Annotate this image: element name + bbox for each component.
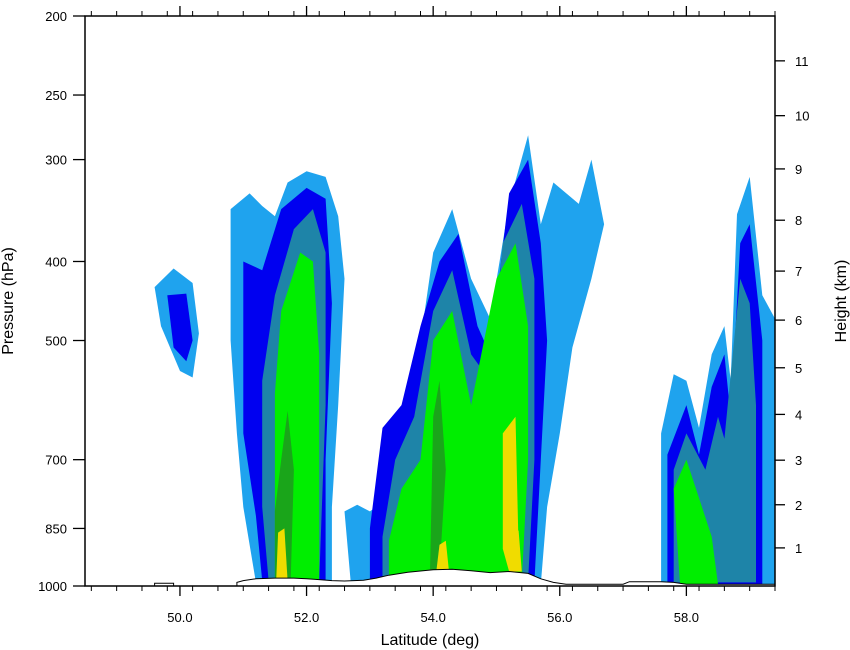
cross-section-chart: 50.0 52.0 54.0 56.0 58.020025030040050070085…	[0, 0, 850, 650]
pressure-tick-label: 1000	[38, 579, 67, 594]
height-tick-label: 8	[795, 213, 802, 228]
y-axis-title-height: Height (km)	[833, 260, 850, 343]
x-tick-label: 54.0	[421, 610, 446, 625]
pressure-tick-label: 300	[45, 153, 67, 168]
x-tick-label: 56.0	[547, 610, 572, 625]
pressure-tick-label: 700	[45, 453, 67, 468]
height-tick-label: 10	[795, 109, 809, 124]
y-axis-title-pressure: Pressure (hPa)	[0, 247, 17, 355]
height-tick-label: 1	[795, 541, 802, 556]
height-tick-label: 7	[795, 264, 802, 279]
x-tick-label: 58.0	[674, 610, 699, 625]
height-tick-label: 6	[795, 313, 802, 328]
pressure-tick-label: 250	[45, 88, 67, 103]
height-tick-label: 3	[795, 453, 802, 468]
height-tick-label: 5	[795, 361, 802, 376]
pressure-tick-label: 500	[45, 334, 67, 349]
pressure-tick-label: 200	[45, 9, 67, 24]
convective-cell	[230, 171, 345, 583]
height-tick-label: 9	[795, 162, 802, 177]
x-tick-label: 50.0	[167, 610, 192, 625]
pressure-tick-label: 400	[45, 254, 67, 269]
x-tick-label: 52.0	[294, 610, 319, 625]
height-tick-label: 4	[795, 407, 802, 422]
height-tick-label: 2	[795, 498, 802, 513]
height-tick-label: 11	[795, 54, 809, 69]
pressure-tick-label: 850	[45, 521, 67, 536]
x-axis-title: Latitude (deg)	[381, 632, 480, 649]
